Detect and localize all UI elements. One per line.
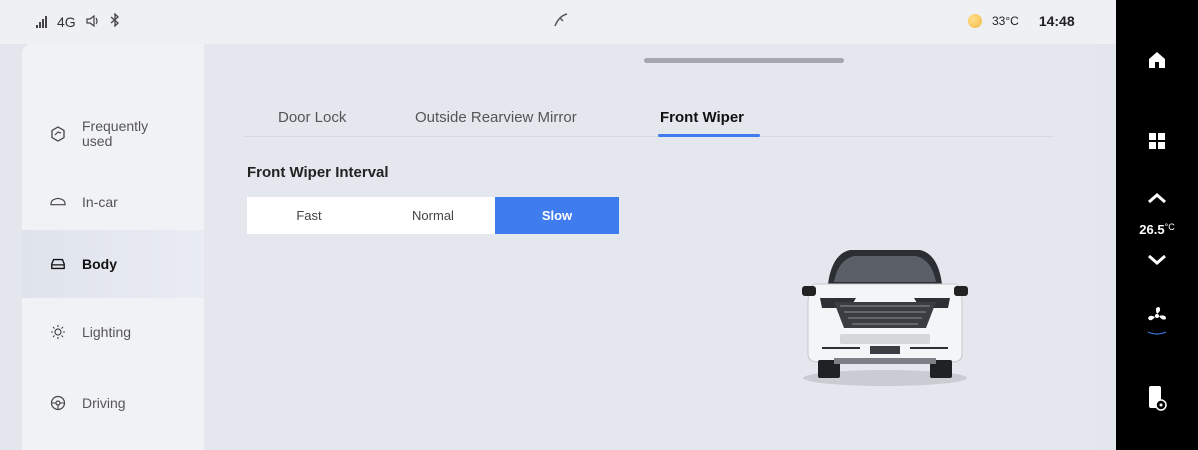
temp-down-button[interactable]	[1116, 252, 1198, 270]
status-right: 33°C 14:48	[968, 13, 1075, 29]
climate-temperature: 26.5 °C	[1116, 222, 1198, 237]
sidebar-item-driving[interactable]: Driving	[22, 369, 204, 437]
chevron-up-icon	[1148, 190, 1166, 208]
main-screen: 4G 33°C 14:48 Frequently used In-car Bod…	[0, 0, 1116, 450]
sidebar-item-frequently-used[interactable]: Frequently used	[22, 100, 204, 168]
fan-button[interactable]	[1116, 305, 1198, 340]
option-slow-button[interactable]: Slow	[495, 197, 619, 234]
network-label: 4G	[57, 13, 76, 30]
phone-button[interactable]	[1116, 385, 1198, 416]
chevron-down-icon	[1148, 252, 1166, 270]
settings-card: Frequently used In-car Body Lighting Dri…	[22, 44, 1098, 450]
steering-wheel-icon	[50, 395, 66, 411]
car-outline-icon	[50, 194, 66, 210]
sidebar-item-label: Body	[82, 256, 117, 272]
climate-temp-unit: °C	[1164, 222, 1175, 232]
drag-handle[interactable]	[644, 58, 844, 63]
tab-door-lock[interactable]: Door Lock	[278, 109, 346, 126]
clock: 14:48	[1038, 13, 1075, 29]
home-button[interactable]	[1116, 50, 1198, 75]
tab-front-wiper[interactable]: Front Wiper	[660, 109, 744, 126]
sun-light-icon	[50, 324, 66, 340]
apps-button[interactable]	[1116, 132, 1198, 155]
fan-icon	[1146, 305, 1168, 340]
cube-icon	[50, 126, 66, 142]
tab-outside-rearview-mirror[interactable]: Outside Rearview Mirror	[415, 109, 577, 126]
home-icon	[1147, 50, 1167, 75]
sidebar-item-lighting[interactable]: Lighting	[22, 298, 204, 366]
tab-bar: Door Lock Outside Rearview Mirror Front …	[244, 104, 1054, 137]
weather-icon	[968, 14, 982, 28]
sidebar: Frequently used In-car Body Lighting Dri…	[22, 44, 204, 450]
bluetooth-icon	[110, 12, 120, 30]
car-body-icon	[50, 256, 66, 272]
apps-grid-icon	[1148, 132, 1166, 155]
active-tab-indicator	[658, 134, 760, 137]
sidebar-item-body[interactable]: Body	[22, 230, 204, 298]
wiper-status-icon	[553, 12, 569, 33]
sidebar-item-label: Lighting	[82, 324, 132, 340]
option-normal-button[interactable]: Normal	[371, 197, 495, 234]
sidebar-item-label: Frequently used	[82, 118, 149, 149]
content-panel: Door Lock Outside Rearview Mirror Front …	[204, 44, 1098, 450]
status-left: 4G	[36, 12, 120, 30]
volume-icon	[86, 14, 100, 30]
option-fast-button[interactable]: Fast	[247, 197, 371, 234]
right-dock: 26.5 °C	[1116, 0, 1198, 450]
sidebar-item-in-car[interactable]: In-car	[22, 168, 204, 236]
wiper-interval-selector: Fast Normal Slow	[247, 197, 619, 234]
sidebar-item-label: Driving	[82, 395, 126, 411]
status-bar: 4G 33°C 14:48	[0, 0, 1116, 44]
temp-up-button[interactable]	[1116, 190, 1198, 208]
climate-temp-value: 26.5	[1139, 222, 1165, 237]
temperature-label: 33°C	[992, 14, 1019, 28]
signal-icon	[36, 15, 47, 28]
car-front-image	[802, 250, 968, 386]
section-title: Front Wiper Interval	[247, 164, 389, 181]
phone-icon	[1147, 385, 1167, 416]
sidebar-item-label: In-car	[82, 194, 118, 210]
